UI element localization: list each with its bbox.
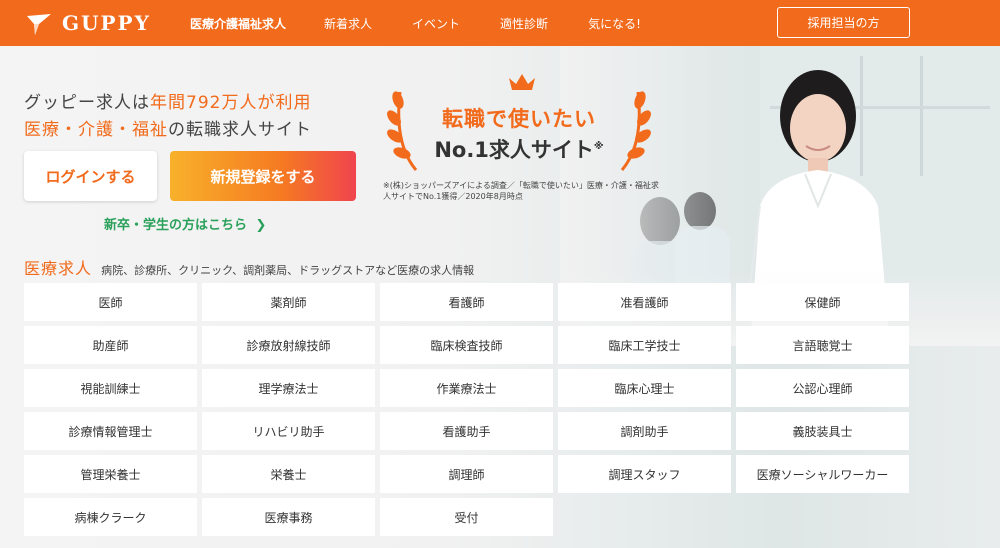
award-title: 転職で使いたい: [442, 107, 596, 131]
tagline-highlight: 年間792万人が利用: [150, 93, 312, 113]
job-category-grid: 医師 薬剤師 看護師 准看護師 保健師 助産師 診療放射線技師 臨床検査技師 臨…: [24, 283, 910, 536]
job-category-link[interactable]: 診療情報管理士: [24, 412, 197, 450]
guppy-fish-logo-icon: [27, 14, 51, 35]
job-category-link[interactable]: 視能訓練士: [24, 369, 197, 407]
login-button[interactable]: ログインする: [24, 151, 157, 201]
hero-tagline: グッピー求人は年間792万人が利用 医療・介護・福祉の転職求人サイト: [24, 90, 312, 144]
job-category-link[interactable]: リハビリ助手: [202, 412, 375, 450]
job-category-link[interactable]: 理学療法士: [202, 369, 375, 407]
tagline-part: グッピー求人は: [24, 93, 150, 113]
nav-events[interactable]: イベント: [412, 15, 460, 32]
job-category-link[interactable]: 受付: [380, 498, 553, 536]
employer-button[interactable]: 採用担当の方: [777, 7, 910, 38]
job-category-link[interactable]: 調理師: [380, 455, 553, 493]
award-subtitle: No.1求人サイト※: [378, 134, 660, 164]
job-category-link[interactable]: 管理栄養士: [24, 455, 197, 493]
nav-favorites[interactable]: 気になる!: [588, 15, 641, 32]
award-subtitle-text: No.1求人サイト: [434, 138, 594, 162]
crown-icon: [509, 74, 535, 90]
logo-text: GUPPY: [62, 11, 151, 35]
job-category-link[interactable]: 公認心理師: [736, 369, 909, 407]
job-category-link[interactable]: 医療ソーシャルワーカー: [736, 455, 909, 493]
job-category-link[interactable]: 薬剤師: [202, 283, 375, 321]
job-category-link[interactable]: 調剤助手: [558, 412, 731, 450]
job-category-link[interactable]: 義肢装具士: [736, 412, 909, 450]
job-category-link[interactable]: 臨床検査技師: [380, 326, 553, 364]
job-category-link[interactable]: 看護助手: [380, 412, 553, 450]
job-category-link[interactable]: 准看護師: [558, 283, 731, 321]
job-category-link[interactable]: 保健師: [736, 283, 909, 321]
nav-new-jobs[interactable]: 新着求人: [324, 15, 372, 32]
job-category-link[interactable]: 作業療法士: [380, 369, 553, 407]
job-category-link[interactable]: 看護師: [380, 283, 553, 321]
guppy-logo[interactable]: GUPPY: [24, 8, 151, 38]
job-category-link[interactable]: 調理スタッフ: [558, 455, 731, 493]
job-category-link[interactable]: 助産師: [24, 326, 197, 364]
student-link-label: 新卒・学生の方はこちら: [104, 218, 248, 233]
chevron-right-icon: ❯: [255, 218, 267, 233]
student-link[interactable]: 新卒・学生の方はこちら ❯: [104, 214, 266, 233]
tagline-part: の転職求人サイト: [168, 120, 312, 140]
job-category-link[interactable]: 病棟クラーク: [24, 498, 197, 536]
job-category-link[interactable]: 医師: [24, 283, 197, 321]
job-category-link[interactable]: 医療事務: [202, 498, 375, 536]
nav-medical-jobs[interactable]: 医療介護福祉求人: [190, 15, 286, 32]
main-nav: 医療介護福祉求人 新着求人 イベント 適性診断 気になる!: [176, 0, 641, 46]
job-category-link[interactable]: 診療放射線技師: [202, 326, 375, 364]
section-description: 病院、診療所、クリニック、調剤薬局、ドラッグストアなど医療の求人情報: [101, 264, 475, 277]
award-footnote-mark: ※: [593, 141, 604, 152]
section-title: 医療求人: [24, 259, 93, 278]
top-header: GUPPY 医療介護福祉求人 新着求人 イベント 適性診断 気になる! 採用担当…: [0, 0, 1000, 46]
job-category-link[interactable]: 臨床工学技士: [558, 326, 731, 364]
job-category-link[interactable]: 臨床心理士: [558, 369, 731, 407]
tagline-highlight: 医療・介護・福祉: [24, 120, 168, 140]
medical-jobs-heading: 医療求人 病院、診療所、クリニック、調剤薬局、ドラッグストアなど医療の求人情報: [24, 255, 474, 279]
register-button[interactable]: 新規登録をする: [170, 151, 356, 201]
job-category-link[interactable]: 言語聴覚士: [736, 326, 909, 364]
award-footnote: ※(株)ショッパーズアイによる調査／「転職で使いたい」医療・介護・福祉求人サイト…: [383, 181, 659, 201]
nav-aptitude[interactable]: 適性診断: [500, 15, 548, 32]
job-category-link[interactable]: 栄養士: [202, 455, 375, 493]
